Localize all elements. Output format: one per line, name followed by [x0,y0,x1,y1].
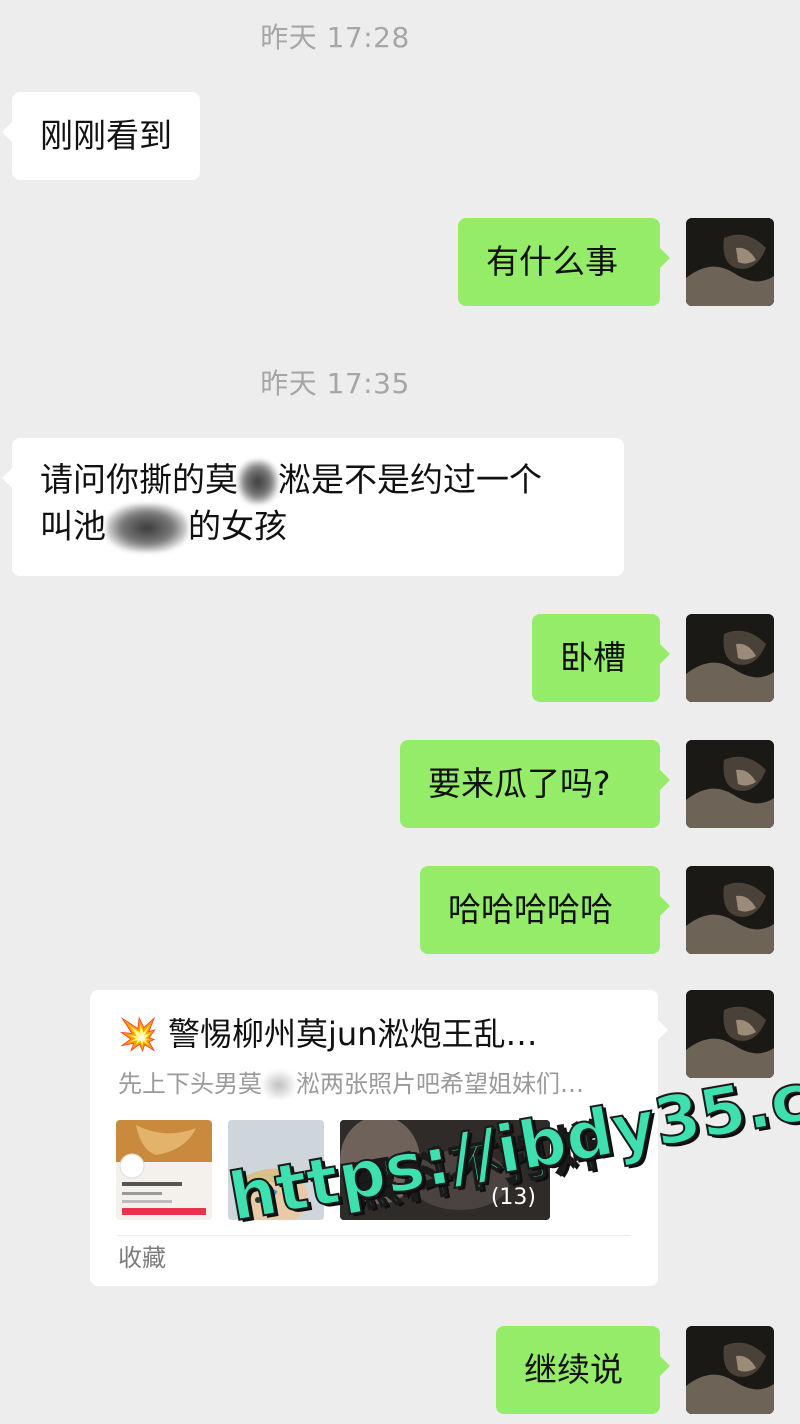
message-text: 卧槽 [560,638,626,677]
message-text: 要来瓜了吗? [428,764,611,803]
outgoing-message[interactable]: 哈哈哈哈哈 [420,866,670,954]
card-footer-label: 收藏 [118,1244,166,1272]
message-text: 叫池 [40,506,106,545]
message-line: 叫池 的女孩 [40,503,596,552]
avatar[interactable] [686,866,774,954]
card-desc-text: 淞两张照片吧希望姐妹们… [296,1070,584,1098]
avatar[interactable] [686,1326,774,1414]
outgoing-message[interactable]: 继续说 [496,1326,670,1414]
explosion-icon: 💥 [118,1015,158,1053]
card-title: 💥 警惕柳州莫jun淞炮王乱… [118,1012,638,1056]
blurred-name [106,503,188,552]
timestamp: 昨天 17:28 [260,21,410,54]
blurred-name [238,459,278,504]
message-text: 刚刚看到 [40,116,172,155]
blurred-name [262,1070,296,1100]
card-desc-text: 先上下头男莫 [118,1070,262,1098]
card-divider [118,1235,630,1236]
profile-screenshot-image [116,1120,212,1220]
avatar-image [686,740,774,828]
avatar[interactable] [686,218,774,306]
message-text: 淞是不是约过一个 [278,460,542,499]
outgoing-message[interactable]: 有什么事 [458,218,670,306]
card-title-text: 警惕柳州莫jun淞炮王乱… [168,1015,538,1053]
incoming-message[interactable]: 刚刚看到 [2,92,200,180]
message-text: 的女孩 [188,506,287,545]
avatar[interactable] [686,740,774,828]
timestamp: 昨天 17:35 [260,367,410,400]
avatar-image [686,1326,774,1414]
outgoing-message[interactable]: 卧槽 [532,614,670,702]
incoming-message[interactable]: 请问你撕的莫 淞是不是约过一个 叫池 的女孩 [2,438,624,576]
card-thumbnail[interactable] [116,1120,212,1220]
message-line: 请问你撕的莫 淞是不是约过一个 [40,458,596,504]
avatar-image [686,866,774,954]
avatar-image [686,218,774,306]
chat-window: 昨天 17:28 刚刚看到 有什么事 昨天 17:35 请问你撕的莫 淞是不是约过… [0,0,800,1424]
message-text: 请问你撕的莫 [40,460,238,499]
outgoing-message[interactable]: 要来瓜了吗? [400,740,670,828]
message-text: 哈哈哈哈哈 [448,890,613,929]
card-description: 先上下头男莫 淞两张照片吧希望姐妹们… [118,1068,638,1100]
message-text: 有什么事 [486,242,618,281]
avatar-image [686,614,774,702]
avatar[interactable] [686,614,774,702]
message-text: 继续说 [524,1350,623,1389]
